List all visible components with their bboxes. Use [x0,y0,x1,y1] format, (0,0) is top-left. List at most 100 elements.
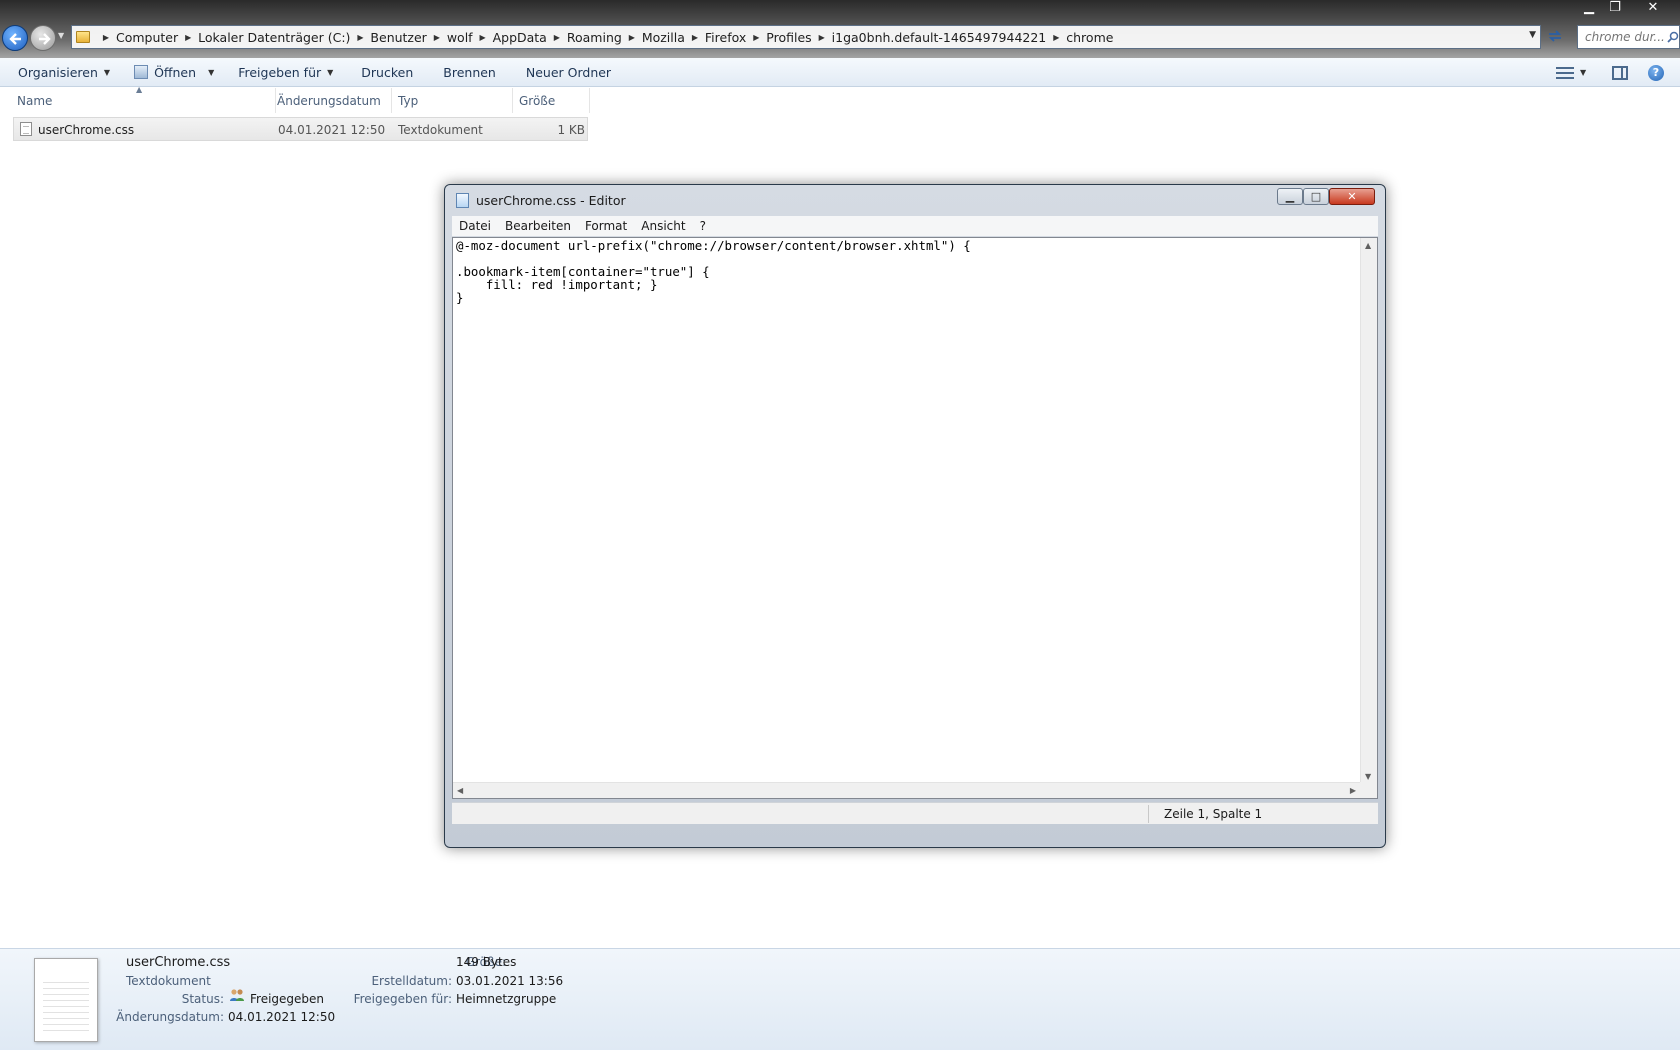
organize-button[interactable]: Organisieren ▼ [6,58,122,87]
text-document-icon [20,122,32,136]
back-button[interactable] [2,25,28,51]
breadcrumb-separator-icon[interactable]: ▶ [178,33,198,42]
file-name: userChrome.css [38,123,135,137]
notepad-close-button[interactable]: ✕ [1329,188,1375,205]
notepad-icon [134,65,149,79]
back-arrow-icon [9,33,21,45]
notepad-window: userChrome.css - Editor ▁ □ ✕ Datei Bear… [444,184,1386,848]
change-view-button[interactable]: ▼ [1556,58,1586,87]
details-shared-label: Freigegeben für: [353,992,452,1006]
file-row[interactable]: userChrome.css 04.01.2021 12:50 Textdoku… [13,117,588,141]
preview-pane-icon [1612,65,1628,80]
details-file-type: Textdokument [126,974,211,988]
help-icon: ? [1648,64,1664,81]
notepad-menu-bar: Datei Bearbeiten Format Ansicht ? [452,216,1378,236]
breadcrumb-separator-icon[interactable]: ▶ [350,33,370,42]
breadcrumb-item[interactable]: Firefox [705,30,746,45]
notepad-maximize-button[interactable]: □ [1303,188,1329,205]
breadcrumb-item[interactable]: AppData [493,30,547,45]
breadcrumb-separator-icon[interactable]: ▶ [812,33,832,42]
address-bar[interactable]: ▶ Computer ▶ Lokaler Datenträger (C:) ▶ Benut… [71,25,1541,49]
breadcrumb-separator-icon[interactable]: ▶ [547,33,567,42]
view-list-icon [1556,66,1574,79]
breadcrumb-item[interactable]: wolf [447,30,473,45]
column-header-name[interactable]: Name [12,88,276,113]
menu-format[interactable]: Format [578,219,634,233]
forward-arrow-icon [39,33,51,45]
breadcrumb-item[interactable]: Mozilla [642,30,685,45]
help-button[interactable]: ? [1648,58,1664,87]
breadcrumb-separator-icon[interactable]: ▶ [1046,33,1066,42]
vertical-scrollbar[interactable]: ▲ ▼ [1360,238,1377,784]
scroll-up-icon[interactable]: ▲ [1365,241,1371,250]
menu-bearbeiten[interactable]: Bearbeiten [498,219,578,233]
breadcrumb-item[interactable]: Lokaler Datenträger (C:) [198,30,350,45]
search-input[interactable] [1585,30,1667,44]
status-divider [1148,805,1149,823]
file-type: Textdokument [398,123,483,137]
text-document-icon [34,958,98,1042]
details-status-label: Status: [181,992,224,1006]
search-icon[interactable] [1667,31,1679,43]
breadcrumb-item[interactable]: chrome [1066,30,1113,45]
breadcrumb-separator-icon[interactable]: ▶ [96,33,116,42]
notepad-title: userChrome.css - Editor [476,193,626,208]
folder-icon [76,31,90,43]
menu-ansicht[interactable]: Ansicht [634,219,692,233]
organize-label: Organisieren [18,64,98,80]
scroll-right-icon[interactable]: ▶ [1350,786,1356,795]
file-size: 1 KB [557,123,585,137]
search-box[interactable] [1577,25,1680,49]
notepad-edit-area: @-moz-document url-prefix("chrome://brow… [452,237,1378,799]
address-history-dropdown[interactable]: ▼ [1529,30,1536,40]
breadcrumb-separator-icon[interactable]: ▶ [746,33,766,42]
details-created-label: Erstelldatum: [371,974,452,988]
menu-help[interactable]: ? [693,219,713,233]
breadcrumb-item[interactable]: Roaming [567,30,622,45]
breadcrumb-item[interactable]: Benutzer [370,30,426,45]
explorer-title-bar: ▁ ❐ ✕ ▼ ▶ Computer ▶ Lokaler Datenträger (C… [0,0,1680,58]
file-date: 04.01.2021 12:50 [278,123,386,137]
horizontal-scrollbar[interactable]: ◀ ▶ [453,782,1360,798]
chevron-down-icon: ▼ [208,67,215,77]
open-button[interactable]: Öffnen ▼ [122,58,226,87]
print-button[interactable]: Drucken [345,58,429,87]
refresh-button[interactable] [1544,28,1566,48]
details-modified-value: 04.01.2021 12:50 [228,1010,336,1024]
details-file-name: userChrome.css [126,955,231,970]
breadcrumb-item[interactable]: i1ga0bnh.default-1465497944221 [832,30,1047,45]
column-header-size[interactable]: Größe [514,88,590,113]
breadcrumb-item[interactable]: Profiles [766,30,811,45]
details-shared-value: Heimnetzgruppe [456,992,557,1006]
new-folder-button[interactable]: Neuer Ordner [510,58,627,87]
breadcrumb-item[interactable]: Computer [116,30,178,45]
menu-datei[interactable]: Datei [452,219,498,233]
restore-button[interactable]: ❐ [1600,0,1630,16]
cursor-position: Zeile 1, Spalte 1 [1164,807,1263,821]
breadcrumb-separator-icon[interactable]: ▶ [473,33,493,42]
scrollbar-corner [1360,782,1377,798]
notepad-status-bar: Zeile 1, Spalte 1 [452,802,1378,824]
close-button[interactable]: ✕ [1638,0,1668,16]
share-with-button[interactable]: Freigeben für ▼ [226,58,345,87]
notepad-minimize-button[interactable]: ▁ [1277,188,1303,205]
breadcrumb-separator-icon[interactable]: ▶ [427,33,447,42]
forward-button[interactable] [30,25,56,51]
breadcrumb: ▶ Computer ▶ Lokaler Datenträger (C:) ▶ Benut… [96,30,1114,45]
open-label: Öffnen [154,64,197,80]
shared-users-icon [230,989,244,1001]
column-header-type[interactable]: Typ [393,88,513,113]
scroll-left-icon[interactable]: ◀ [457,786,463,795]
details-status-value: Freigegeben [250,992,325,1006]
notepad-text-content[interactable]: @-moz-document url-prefix("chrome://brow… [456,238,1356,778]
notepad-title-bar[interactable]: userChrome.css - Editor ▁ □ ✕ [445,185,1385,211]
details-modified-label: Änderungsdatum: [116,1010,224,1024]
column-header-date[interactable]: Änderungsdatum [272,88,392,113]
breadcrumb-separator-icon[interactable]: ▶ [622,33,642,42]
breadcrumb-separator-icon[interactable]: ▶ [685,33,705,42]
preview-pane-button[interactable] [1612,58,1628,87]
scroll-down-icon[interactable]: ▼ [1365,772,1371,781]
recent-pages-dropdown[interactable]: ▼ [58,31,68,45]
chevron-down-icon: ▼ [327,67,334,77]
burn-button[interactable]: Brennen [429,58,510,87]
